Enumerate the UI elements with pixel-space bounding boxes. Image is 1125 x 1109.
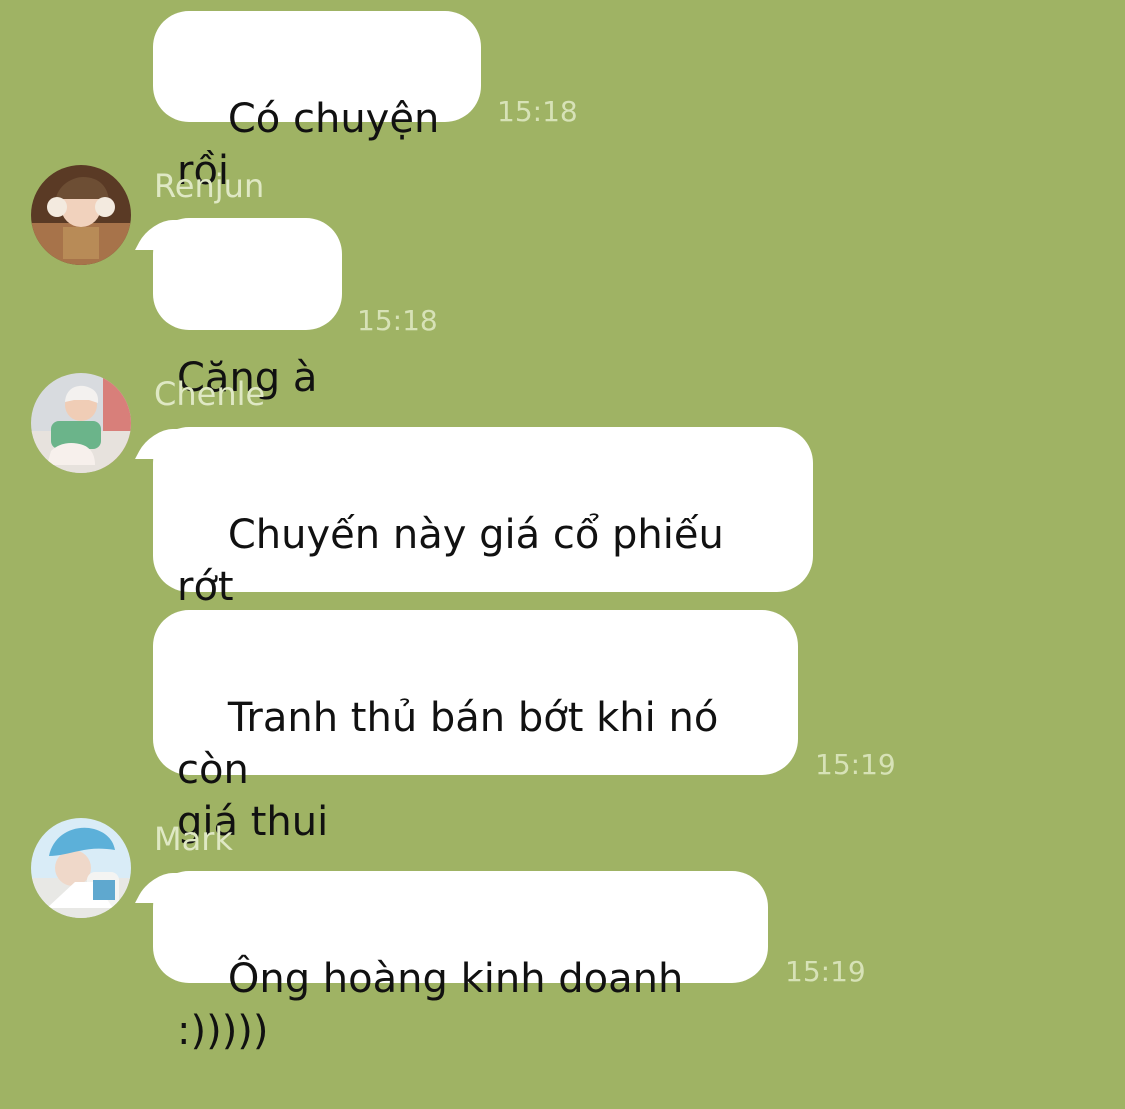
chenle-avatar-icon[interactable] [31,373,131,473]
message-text: Ông hoàng kinh doanh :))))) [177,956,697,1054]
message-text: Tranh thủ bán bớt khi nó còn giá thui [177,695,719,845]
message-timestamp: 15:19 [785,955,866,988]
message-bubble[interactable]: Ông hoàng kinh doanh :))))) [153,871,768,1054]
message-bubble[interactable]: Căng à [153,218,342,401]
renjun-avatar-icon[interactable] [31,165,131,265]
sender-name: Chenle [154,375,266,413]
message-timestamp: 15:18 [357,304,438,337]
message-bubble[interactable]: Tranh thủ bán bớt khi nó còn giá thui [153,610,798,845]
sender-name: Renjun [154,167,265,205]
message-bubble[interactable]: Có chuyện rồi [153,11,481,194]
chat-view: Có chuyện rồi 15:18 Renjun Căng à 15:18 … [0,0,1125,1054]
message-bubble[interactable]: Chuyến này giá cổ phiếu rớt xuống dữ dằn… [153,427,813,662]
message-timestamp: 15:19 [815,748,896,781]
message-timestamp: 15:18 [497,95,578,128]
sender-name: Mark [154,820,233,858]
mark-avatar-icon[interactable] [31,818,131,918]
